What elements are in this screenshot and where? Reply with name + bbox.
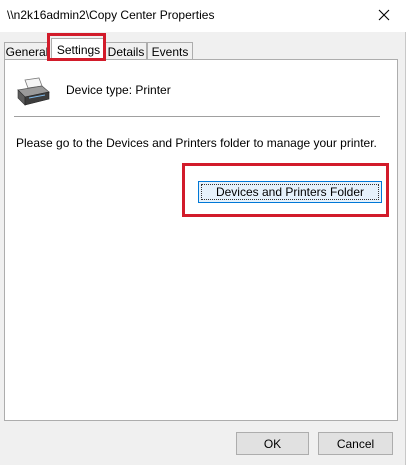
close-button[interactable]	[370, 2, 398, 28]
printer-icon	[17, 77, 50, 106]
device-type-label: Device type: Printer	[66, 83, 171, 97]
tab-general[interactable]: General	[4, 42, 50, 60]
tab-settings[interactable]: Settings	[51, 38, 106, 60]
tab-strip: General Settings Details Events	[0, 38, 406, 60]
divider	[14, 116, 380, 117]
info-text: Please go to the Devices and Printers fo…	[16, 136, 377, 150]
window-title: \\n2k16admin2\Copy Center Properties	[7, 8, 215, 22]
cancel-button[interactable]: Cancel	[318, 432, 393, 455]
ok-button[interactable]: OK	[236, 432, 309, 455]
tab-details[interactable]: Details	[105, 42, 147, 60]
settings-panel: Device type: Printer Please go to the De…	[4, 59, 398, 421]
properties-dialog: \\n2k16admin2\Copy Center Properties Gen…	[0, 0, 406, 465]
close-icon	[378, 9, 390, 21]
title-bar: \\n2k16admin2\Copy Center Properties	[0, 0, 406, 32]
devices-and-printers-folder-button[interactable]: Devices and Printers Folder	[198, 181, 382, 203]
tab-events[interactable]: Events	[147, 42, 193, 60]
